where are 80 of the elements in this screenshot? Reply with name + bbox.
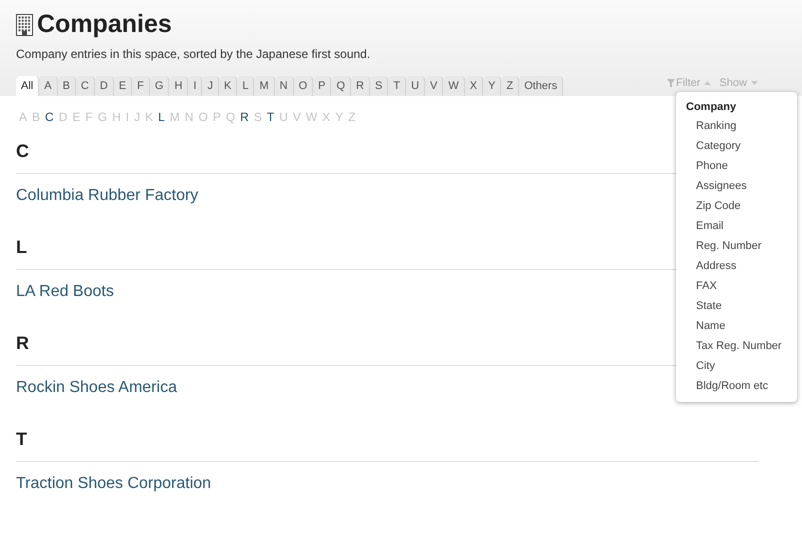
menu-item[interactable]: Zip Code [676, 196, 797, 216]
index-letter: N [184, 108, 194, 126]
building-icon [16, 14, 33, 36]
menu-item[interactable]: City [676, 356, 797, 376]
menu-item[interactable]: Phone [676, 156, 797, 176]
letter-tab[interactable]: J [202, 76, 219, 96]
menu-item[interactable]: FAX [676, 276, 797, 296]
menu-item[interactable]: Name [676, 316, 797, 336]
letter-tab[interactable]: A [39, 76, 58, 96]
index-letter: A [19, 108, 28, 126]
menu-item[interactable]: Email [676, 216, 797, 236]
letter-tab[interactable]: W [443, 76, 465, 96]
letter-tab[interactable]: G [150, 76, 170, 96]
index-letter: G [98, 108, 108, 126]
index-letter: X [322, 108, 330, 126]
letter-tab[interactable]: B [58, 76, 76, 96]
letter-tab[interactable]: P [313, 76, 332, 96]
section-heading: T [16, 426, 759, 462]
menu-item[interactable]: Ranking [676, 116, 797, 136]
index-letter[interactable]: T [266, 108, 274, 126]
letter-tab[interactable]: T [388, 76, 406, 96]
menu-item[interactable]: Reg. Number [676, 236, 797, 256]
letter-tab[interactable]: C [76, 76, 95, 96]
menu-item[interactable]: Bldg/Room etc [676, 376, 797, 396]
letter-tab[interactable]: Z [501, 76, 520, 96]
menu-item[interactable]: Assignees [676, 176, 797, 196]
letter-tab[interactable]: V [425, 76, 444, 96]
index-letter: B [32, 108, 40, 126]
letter-tab[interactable]: S [370, 76, 388, 96]
letter-tab[interactable]: X [464, 76, 484, 96]
index-letter: K [145, 108, 154, 126]
letter-tab[interactable]: I [188, 76, 202, 96]
page-description: Company entries in this space, sorted by the Japanese first sound. [16, 46, 372, 63]
filter-icon [667, 79, 676, 88]
menu-item[interactable]: State [676, 296, 797, 316]
letter-tab[interactable]: U [406, 76, 426, 96]
caret-icon [751, 81, 758, 86]
index-letter: Z [348, 108, 356, 126]
letter-tab[interactable]: H [169, 76, 188, 96]
menu-group-label: Company [685, 100, 738, 115]
index-letter: O [198, 108, 208, 126]
letter-tab[interactable]: Q [331, 76, 352, 96]
index-letter: U [279, 108, 288, 126]
index-letter[interactable]: C [45, 108, 54, 126]
letter-tab[interactable]: M [254, 76, 275, 96]
index-letter[interactable]: R [240, 108, 249, 126]
letter-tab[interactable]: Others [519, 76, 564, 96]
index-letter: P [212, 108, 221, 126]
letter-tab[interactable]: F [132, 76, 150, 96]
letter-tab[interactable]: L [237, 76, 254, 96]
index-letter: W [306, 108, 318, 126]
menu-item[interactable]: Category [676, 136, 797, 156]
index-letter: J [134, 108, 140, 126]
page-title: Companies [37, 12, 172, 37]
letter-tab[interactable]: N [274, 76, 294, 96]
letter-tab[interactable]: D [94, 76, 114, 96]
company-link[interactable]: Columbia Rubber Factory [16, 186, 198, 204]
index-letter: V [292, 108, 301, 126]
index-letter: Y [335, 108, 344, 126]
index-letter: F [85, 108, 93, 126]
index-letter: I [126, 108, 130, 126]
letter-tab[interactable]: Y [483, 76, 502, 96]
index-letter: Q [226, 108, 236, 126]
letter-tab[interactable]: O [294, 76, 314, 96]
index-letter: D [58, 108, 68, 126]
company-link[interactable]: Traction Shoes Corporation [16, 474, 212, 492]
caret-icon [704, 81, 712, 86]
menu-item[interactable]: Address [676, 256, 797, 276]
index-letter: M [170, 108, 180, 126]
index-letter: S [254, 108, 262, 126]
letter-tab[interactable]: K [218, 76, 238, 96]
index-letter: E [72, 108, 80, 126]
index-letter: H [112, 108, 121, 126]
letter-tab[interactable]: All [16, 76, 40, 96]
index-letter[interactable]: L [158, 108, 165, 126]
letter-tab[interactable]: R [351, 76, 370, 96]
menu-item[interactable]: Tax Reg. Number [676, 336, 797, 356]
letter-tab[interactable]: E [114, 76, 132, 96]
company-link[interactable]: Rockin Shoes America [16, 378, 177, 396]
company-link[interactable]: LA Red Boots [16, 282, 114, 300]
